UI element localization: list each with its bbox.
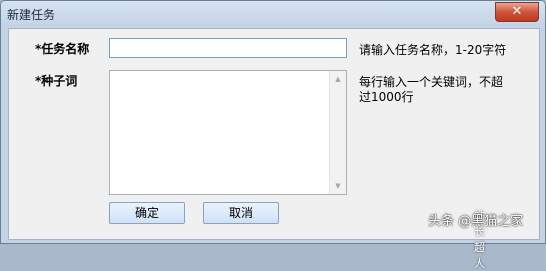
close-icon: ✕ — [511, 4, 523, 19]
cancel-button[interactable]: 取消 — [203, 202, 279, 224]
scroll-down-icon[interactable]: ▼ — [330, 178, 346, 194]
new-task-dialog: 新建任务 ✕ *任务名称 请输入任务名称，1-20字符 *种子词 ▲ ▼ 每行输… — [0, 0, 546, 244]
task-name-label: *任务名称 — [35, 40, 89, 57]
seed-words-box: ▲ ▼ — [109, 70, 347, 195]
seed-words-hint-line2: 过1000行 — [359, 90, 414, 104]
watermark-text: 头条 @黑猫之家 — [428, 214, 524, 229]
close-button[interactable]: ✕ — [495, 2, 539, 22]
task-name-hint: 请输入任务名称，1-20字符 — [359, 43, 507, 57]
dialog-body: *任务名称 请输入任务名称，1-20字符 *种子词 ▲ ▼ 每行输入一个关键词，… — [8, 28, 540, 240]
scroll-up-icon[interactable]: ▲ — [330, 71, 346, 87]
seed-words-label: *种子词 — [35, 72, 77, 89]
vertical-scrollbar[interactable]: ▲ ▼ — [329, 71, 346, 194]
task-name-input[interactable] — [109, 38, 347, 58]
seed-words-textarea[interactable] — [110, 71, 330, 194]
title-bar[interactable]: 新建任务 ✕ — [1, 1, 545, 27]
seed-words-label-text: 种子词 — [41, 74, 78, 88]
task-name-label-text: 任务名称 — [41, 42, 90, 56]
confirm-button[interactable]: 确定 — [109, 202, 185, 224]
window-title: 新建任务 — [7, 8, 56, 22]
